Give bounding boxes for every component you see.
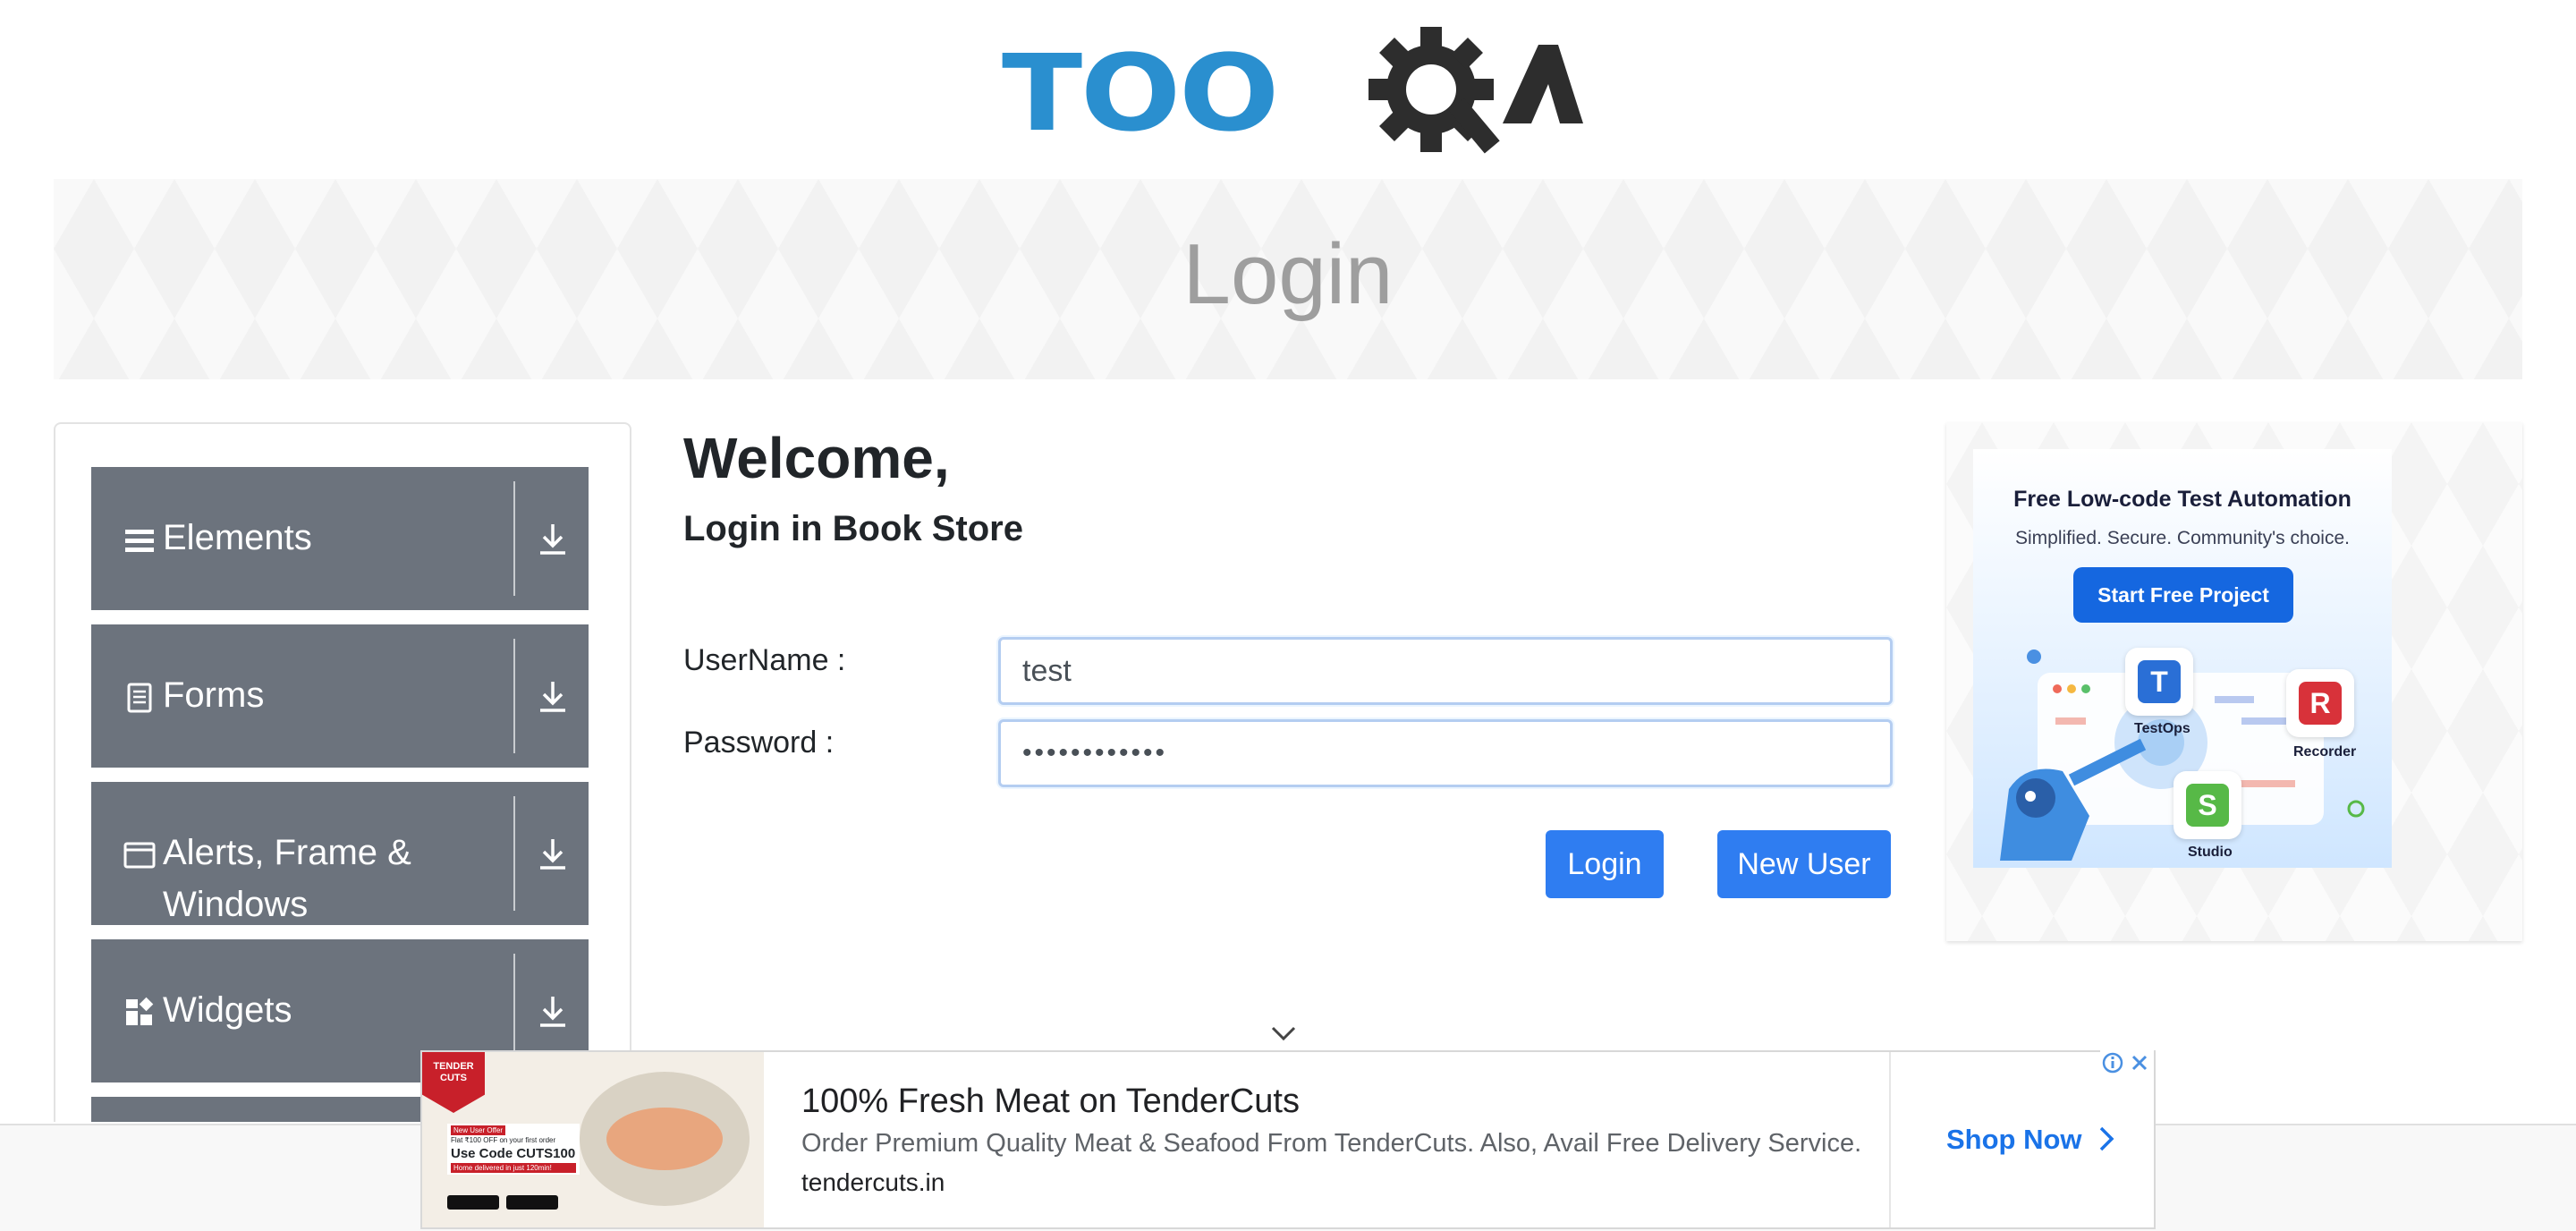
side-ad-title: Free Low-code Test Automation	[2013, 487, 2351, 512]
divider	[513, 639, 515, 753]
nav-group-elements[interactable]: Elements	[91, 467, 589, 610]
testops-caption: TestOps	[2134, 721, 2190, 736]
username-input[interactable]	[998, 637, 1893, 705]
studio-tile: S	[2174, 771, 2241, 839]
download-arrow-icon[interactable]	[533, 676, 572, 716]
username-label: UserName :	[683, 643, 846, 677]
shop-now-link[interactable]: Shop Now	[1946, 1124, 2116, 1156]
testops-logo-icon: T	[2138, 660, 2181, 703]
nav-group-label: Elements	[163, 518, 312, 557]
nav-group-alerts-frame-windows[interactable]: Alerts, Frame & Windows	[91, 782, 589, 925]
nav-group-label: Forms	[163, 675, 265, 715]
widgets-icon	[126, 997, 154, 1025]
bottom-ad-description: Order Premium Quality Meat & Seafood Fro…	[801, 1129, 1862, 1158]
bottom-ad-title[interactable]: 100% Fresh Meat on TenderCuts	[801, 1082, 1300, 1121]
login-button[interactable]: Login	[1546, 830, 1664, 898]
document-icon	[127, 683, 152, 713]
download-arrow-icon[interactable]	[533, 519, 572, 558]
chevron-right-icon	[2099, 1126, 2114, 1151]
page-title: Login	[1182, 226, 1394, 322]
studio-caption: Studio	[2188, 845, 2233, 860]
toolsqa-logo[interactable]	[1002, 25, 1583, 168]
brand-line: TENDER	[433, 1061, 474, 1072]
divider	[1889, 1052, 1891, 1227]
shop-now-label: Shop Now	[1946, 1124, 2082, 1155]
tendercuts-ad-image[interactable]: TENDER CUTS New User Offer Flat ₹100 OFF…	[422, 1052, 764, 1227]
recorder-logo-icon: R	[2299, 682, 2342, 725]
ad-close-icon[interactable]	[2127, 1050, 2154, 1075]
chevron-down-icon[interactable]	[1270, 1025, 1297, 1041]
download-arrow-icon[interactable]	[533, 991, 572, 1031]
nav-group-label: Widgets	[163, 990, 292, 1030]
divider	[513, 796, 515, 911]
recorder-caption: Recorder	[2293, 744, 2357, 760]
bottom-ad-url[interactable]: tendercuts.in	[801, 1168, 945, 1197]
welcome-heading: Welcome,	[683, 426, 950, 490]
bottom-ad-banner[interactable]: TENDER CUTS New User Offer Flat ₹100 OFF…	[420, 1050, 2156, 1229]
testops-tile: T	[2125, 648, 2193, 716]
promo-line: Flat ₹100 OFF on your first order	[451, 1136, 556, 1144]
promo-small: New User Offer	[451, 1125, 505, 1135]
tendercuts-logo: TENDER CUTS	[422, 1052, 485, 1113]
promo-delivery: Home delivered in just 120min!	[451, 1163, 576, 1173]
left-nav-panel: Elements Forms Alerts, Frame & Windows W…	[54, 422, 631, 1122]
download-arrow-icon[interactable]	[533, 834, 572, 873]
start-free-project-button[interactable]: Start Free Project	[2073, 567, 2293, 623]
ad-info-icon[interactable]	[2100, 1050, 2127, 1075]
side-ad-subtitle: Simplified. Secure. Community's choice.	[2015, 528, 2350, 548]
password-label: Password :	[683, 726, 835, 760]
password-input[interactable]	[998, 719, 1893, 787]
promo-code: Use Code CUTS100	[451, 1146, 576, 1161]
promo-card: New User Offer Flat ₹100 OFF on your fir…	[447, 1124, 580, 1175]
recorder-tile: R	[2286, 669, 2354, 737]
nav-group-forms[interactable]: Forms	[91, 624, 589, 768]
gear-magnifier-icon	[1368, 27, 1583, 154]
side-ad-creative[interactable]: Free Low-code Test Automation Simplified…	[1973, 449, 2392, 868]
page-banner: Login	[54, 179, 2522, 379]
brand-line: CUTS	[440, 1073, 467, 1083]
divider	[513, 481, 515, 596]
login-subtitle: Login in Book Store	[683, 509, 1023, 548]
nav-group-label-line2: Windows	[163, 885, 309, 924]
side-ad[interactable]: Free Low-code Test Automation Simplified…	[1946, 422, 2522, 941]
new-user-button[interactable]: New User	[1717, 830, 1891, 898]
google-play-badge	[447, 1195, 499, 1210]
app-store-badge	[506, 1195, 558, 1210]
shrimp	[606, 1108, 723, 1170]
nav-group-label: Alerts, Frame &	[163, 833, 411, 872]
studio-logo-icon: S	[2186, 784, 2229, 827]
window-icon	[123, 842, 156, 869]
hamburger-icon	[125, 530, 154, 552]
